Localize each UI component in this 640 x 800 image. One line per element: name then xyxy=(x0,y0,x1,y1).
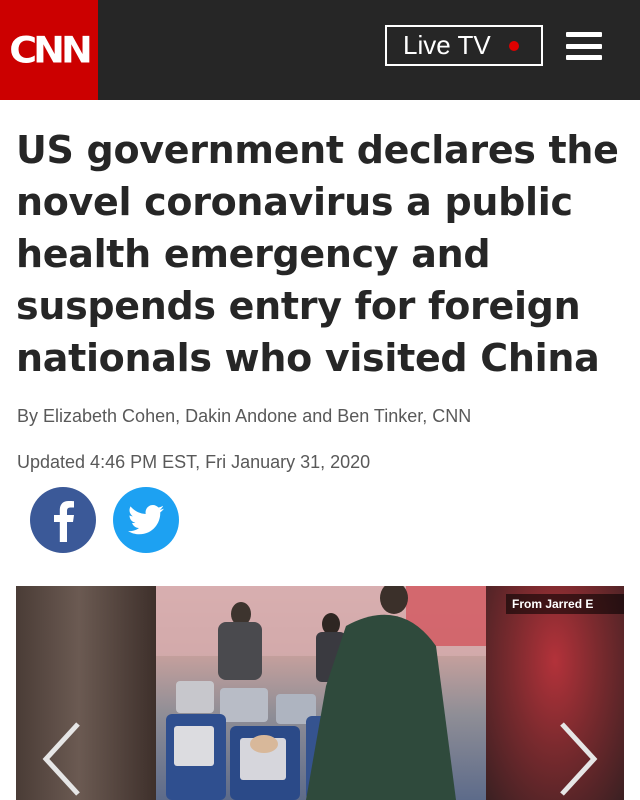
chevron-right-icon xyxy=(560,722,598,796)
gallery-photo-current xyxy=(156,586,486,800)
menu-line xyxy=(566,32,602,37)
article-byline: By Elizabeth Cohen, Dakin Andone and Ben… xyxy=(17,406,472,426)
gallery-photo-next xyxy=(486,586,624,800)
gallery-next-button[interactable] xyxy=(556,718,602,800)
gallery-prev-button[interactable] xyxy=(38,718,84,800)
chevron-left-icon xyxy=(42,722,80,796)
photo-gallery[interactable]: From Jarred E xyxy=(16,586,624,800)
gallery-photo-previous xyxy=(16,586,156,800)
twitter-share-button[interactable] xyxy=(113,487,179,553)
facebook-icon xyxy=(54,501,74,542)
live-indicator-icon xyxy=(508,40,519,51)
live-tv-label: Live TV xyxy=(403,30,491,60)
article-timestamp: Updated 4:46 PM EST, Fri January 31, 202… xyxy=(17,452,371,472)
article-headline: US government declares the novel coronav… xyxy=(16,128,619,380)
menu-line xyxy=(566,43,602,49)
airplane-cabin-photo xyxy=(156,586,486,800)
photo-credit: From Jarred E xyxy=(506,594,624,614)
live-tv-button[interactable]: Live TV xyxy=(385,25,543,66)
hamburger-menu-icon[interactable] xyxy=(566,32,602,60)
twitter-icon xyxy=(128,505,164,535)
top-nav-bar: CNN Live TV xyxy=(0,0,640,100)
cnn-logo[interactable]: CNN xyxy=(0,0,98,100)
logo-text: CNN xyxy=(9,29,92,71)
facebook-share-button[interactable] xyxy=(30,487,96,553)
menu-line xyxy=(566,55,602,60)
